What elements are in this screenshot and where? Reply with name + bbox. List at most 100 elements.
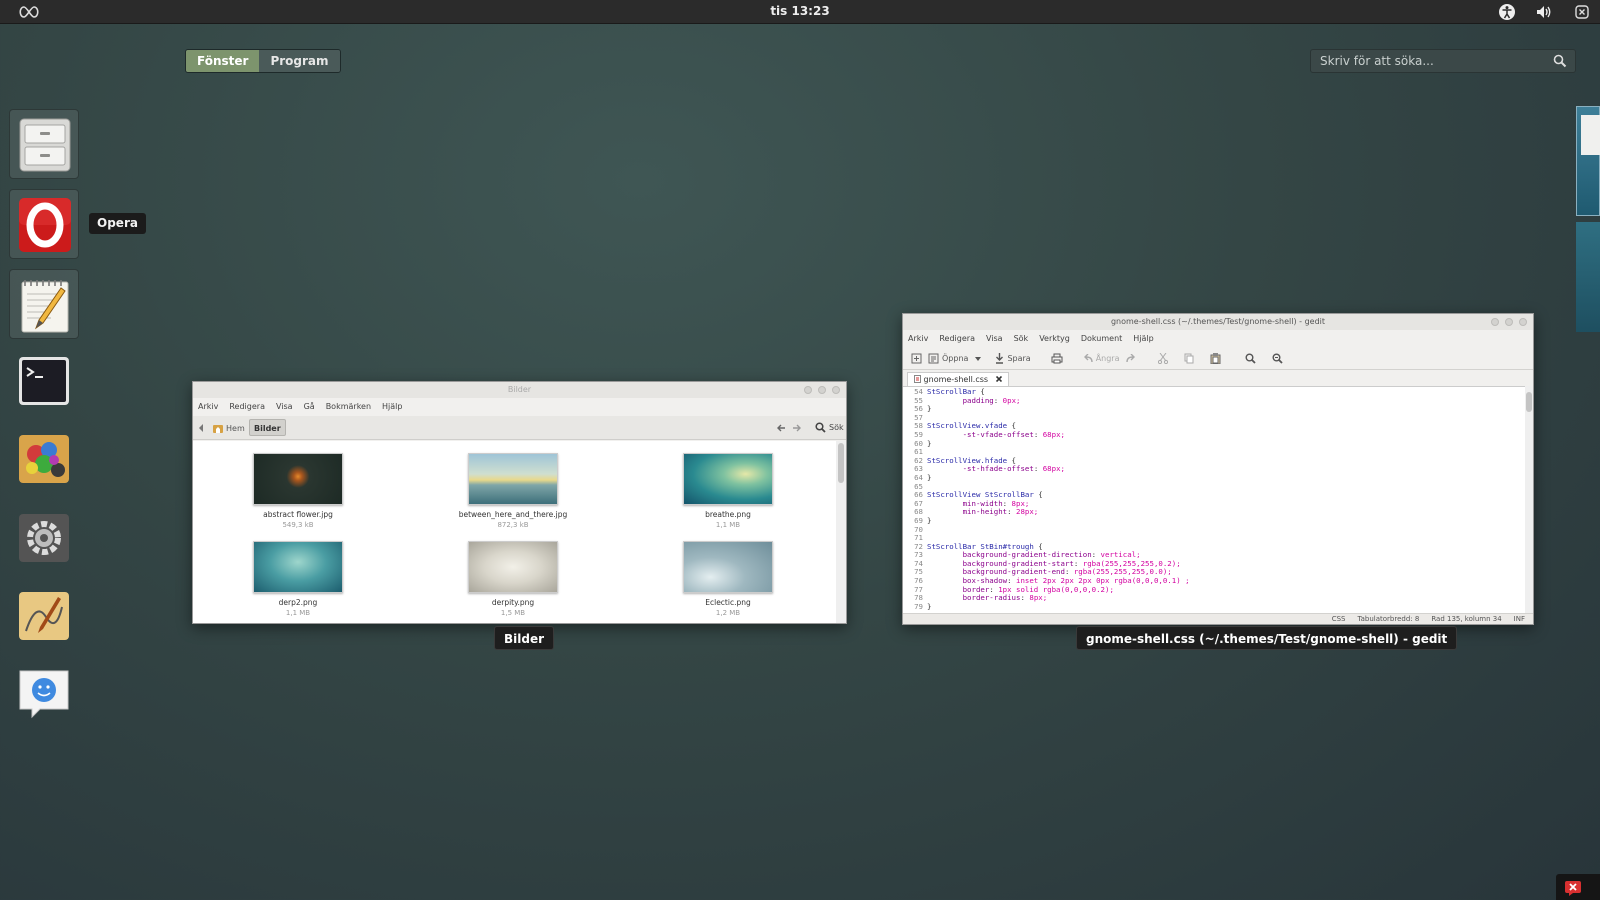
path-home-button[interactable]: Hem [213,421,245,435]
undo-button[interactable]: Ångra [1083,354,1120,363]
gedit-window[interactable]: gnome-shell.css (~/.themes/Test/gnome-sh… [902,313,1534,625]
file-size: 1,1 MB [285,609,311,617]
save-button[interactable]: Spara [995,353,1031,364]
scrollbar-thumb[interactable] [838,443,844,483]
file-thumbnail [683,453,773,505]
language-selector[interactable]: CSS [1332,614,1346,624]
menu-arkiv[interactable]: Arkiv [908,330,928,348]
file-item[interactable]: derpity.png 1,5 MB [438,541,588,617]
file-manager-window[interactable]: Bilder Arkiv Redigera Visa Gå Bokmärken … [192,381,847,624]
file-item[interactable]: breathe.png 1,1 MB [653,453,803,529]
dock-item-opera[interactable] [9,189,79,259]
top-panel: tis 13:23 [0,0,1600,24]
file-name: Eclectic.png [705,598,751,607]
menu-ga[interactable]: Gå [304,398,315,416]
find-replace-icon[interactable] [1272,353,1283,364]
close-tab-icon[interactable] [995,375,1002,383]
forward-arrow-icon[interactable] [793,424,801,432]
file-item[interactable]: abstract flower.jpg 549,3 kB [223,453,373,529]
menu-hjalp[interactable]: Hjälp [1133,330,1153,348]
line-text: } [927,438,932,448]
redo-arrow-icon[interactable] [1125,354,1136,363]
file-manager-caption[interactable]: Bilder [494,626,555,650]
dock-item-settings[interactable] [9,503,79,573]
workspace-thumbnail-2[interactable] [1576,222,1600,332]
drawing-icon [19,592,69,640]
code-editor[interactable]: 54 StScrollBar {55 padding: 0px; 56} 57 58 St… [903,386,1525,613]
scrollbar-thumb[interactable] [1526,392,1532,412]
applications-tab[interactable]: Program [259,50,340,72]
css-file-icon [914,375,921,383]
menu-hjalp[interactable]: Hjälp [382,398,402,416]
search-input[interactable] [1311,50,1546,72]
copy-icon[interactable] [1184,353,1194,364]
menu-visa[interactable]: Visa [276,398,293,416]
search-label: Sök [829,423,844,432]
dock-item-files[interactable] [9,109,79,179]
power-icon[interactable] [1573,3,1591,21]
notification-icon[interactable] [1564,880,1582,896]
menu-visa[interactable]: Visa [986,330,1003,348]
code-line: 56} [903,404,1525,414]
dock-item-gedit[interactable] [9,269,79,339]
file-name: derp2.png [278,598,318,607]
code-line: 60} [903,438,1525,449]
gedit-titlebar[interactable]: gnome-shell.css (~/.themes/Test/gnome-sh… [903,314,1533,330]
menu-verktyg[interactable]: Verktyg [1039,330,1070,348]
close-button[interactable] [1519,318,1527,326]
file-item[interactable]: derp2.png 1,1 MB [223,541,373,617]
gedit-title: gnome-shell.css (~/.themes/Test/gnome-sh… [1110,317,1326,326]
back-arrow-icon[interactable] [777,424,785,432]
menu-redigera[interactable]: Redigera [939,330,975,348]
clock[interactable]: tis 13:23 [0,4,1600,18]
maximize-button[interactable] [818,386,826,394]
windows-tab[interactable]: Fönster [186,50,260,72]
gedit-menubar: Arkiv Redigera Visa Sök Verktyg Dokument… [903,330,1533,348]
new-document-icon[interactable] [911,353,922,364]
message-tray[interactable] [1556,874,1600,900]
line-number: 79 [914,601,923,611]
minimize-button[interactable] [804,386,812,394]
dock-item-empathy[interactable] [9,659,79,729]
tab-width-selector[interactable]: Tabulatorbredd: 8 [1358,614,1420,624]
dock-item-gimp[interactable] [9,424,79,494]
maximize-button[interactable] [1505,318,1513,326]
find-icon[interactable] [1245,353,1256,364]
open-button[interactable]: Öppna [928,353,982,364]
chevron-down-icon[interactable] [975,356,982,361]
workspace-thumbnail-1[interactable] [1576,106,1600,216]
home-folder-icon [213,424,223,433]
paste-icon[interactable] [1210,353,1221,364]
menu-bokmarken[interactable]: Bokmärken [326,398,371,416]
close-button[interactable] [832,386,840,394]
line-text: } [927,472,932,482]
file-item[interactable]: Eclectic.png 1,2 MB [653,541,803,617]
undo-label: Ångra [1095,354,1120,363]
menu-dokument[interactable]: Dokument [1081,330,1122,348]
dock-item-inkscape[interactable] [9,581,79,651]
accessibility-icon[interactable] [1498,3,1516,21]
menu-arkiv[interactable]: Arkiv [198,398,218,416]
cut-icon[interactable] [1157,353,1168,364]
file-grid-scrollbar[interactable] [836,441,846,623]
document-tab[interactable]: gnome-shell.css [907,372,1009,386]
menu-sok[interactable]: Sök [1014,330,1029,348]
minimize-button[interactable] [1491,318,1499,326]
gedit-caption[interactable]: gnome-shell.css (~/.themes/Test/gnome-sh… [1076,626,1458,650]
chat-icon [19,670,69,719]
file-manager-titlebar[interactable]: Bilder [193,382,846,398]
search-button[interactable]: Sök [815,422,844,433]
volume-icon[interactable] [1535,3,1553,21]
menu-redigera[interactable]: Redigera [229,398,265,416]
path-back-arrow-icon[interactable] [198,424,204,432]
file-thumbnail [468,453,558,505]
undo-arrow-icon [1083,354,1093,363]
print-icon[interactable] [1051,353,1063,364]
file-item[interactable]: between_here_and_there.jpg 872,3 kB [438,453,588,529]
path-current-button[interactable]: Bilder [249,419,286,436]
open-document-icon [928,353,939,364]
line-text: padding: 0px; [962,395,1021,405]
editor-scrollbar[interactable] [1525,386,1533,613]
search-icon[interactable] [1553,54,1567,68]
dock-item-terminal[interactable] [9,346,79,416]
